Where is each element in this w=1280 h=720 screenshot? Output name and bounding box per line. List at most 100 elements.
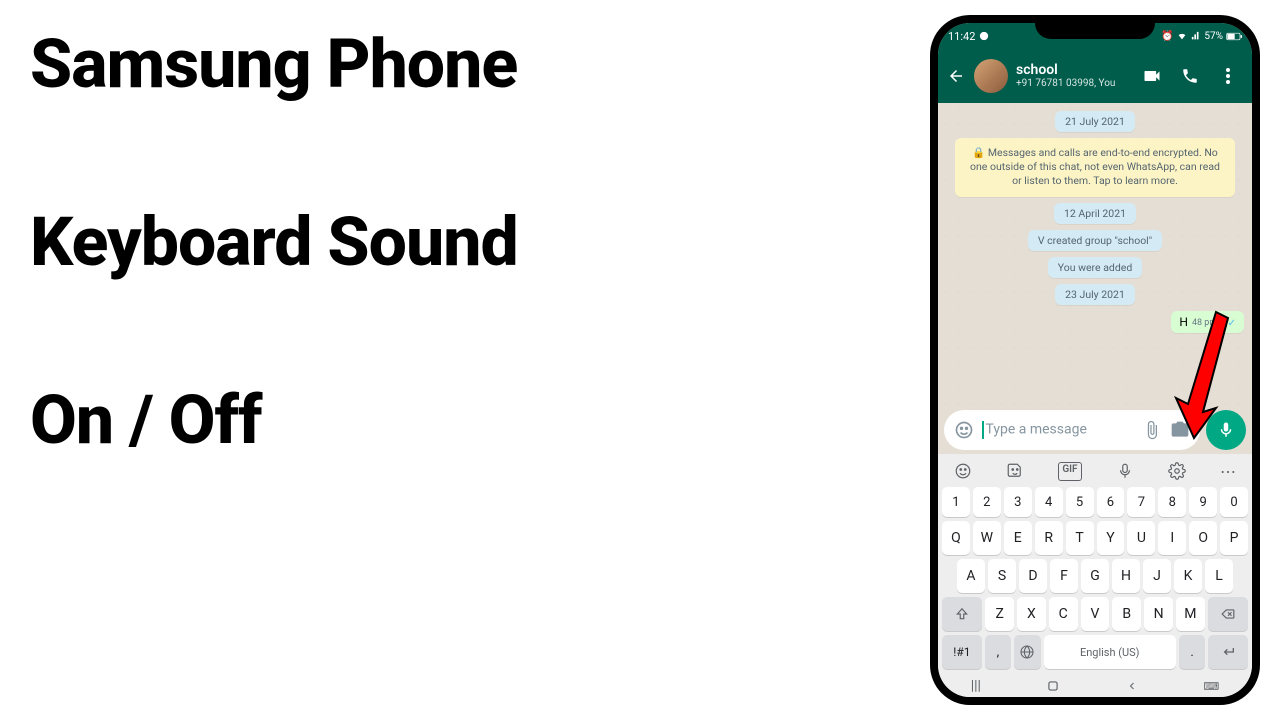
system-message: You were added: [1048, 257, 1143, 278]
home-button[interactable]: [1046, 679, 1060, 693]
date-pill: 23 July 2021: [1055, 284, 1135, 305]
battery-text: 57%: [1204, 31, 1223, 42]
key-u[interactable]: U: [1127, 521, 1155, 555]
symbols-key[interactable]: !#1: [942, 635, 982, 669]
clock: 11:42: [948, 30, 975, 43]
key-l[interactable]: L: [1205, 559, 1233, 593]
encryption-notice[interactable]: 🔒 Messages and calls are end-to-end encr…: [955, 138, 1235, 197]
phone-frame: 11:42 ⏰ 57%: [930, 15, 1260, 705]
key-a[interactable]: A: [957, 559, 985, 593]
whatsapp-icon: [979, 31, 989, 41]
outgoing-message[interactable]: H 48 pm ✓✓: [1171, 311, 1244, 333]
key-w[interactable]: W: [973, 521, 1001, 555]
input-placeholder: Type a message: [982, 421, 1134, 439]
voice-message-button[interactable]: [1206, 410, 1246, 450]
key-h[interactable]: H: [1112, 559, 1140, 593]
comma-key[interactable]: ,: [985, 635, 1011, 669]
chat-body[interactable]: 21 July 2021 🔒 Messages and calls are en…: [938, 103, 1252, 406]
keyboard-row-2: ASDFGHJKL: [942, 559, 1248, 593]
keyboard-row-1: QWERTYUIOP: [942, 521, 1248, 555]
key-g[interactable]: G: [1081, 559, 1109, 593]
key-7[interactable]: 7: [1127, 487, 1155, 517]
key-s[interactable]: S: [988, 559, 1016, 593]
chat-header: school +91 76781 03998, You: [938, 49, 1252, 103]
language-key[interactable]: [1014, 635, 1040, 669]
back-button[interactable]: [946, 67, 966, 85]
title-line-3: On / Off: [30, 386, 910, 454]
key-e[interactable]: E: [1004, 521, 1032, 555]
title-line-1: Samsung Phone: [30, 30, 910, 98]
keyboard-row-numbers: 1234567890: [942, 487, 1248, 517]
key-o[interactable]: O: [1189, 521, 1217, 555]
chat-subtitle: +91 76781 03998, You: [1016, 78, 1134, 89]
keyboard-toolbar: GIF ⋯: [942, 458, 1248, 487]
key-9[interactable]: 9: [1189, 487, 1217, 517]
recents-button[interactable]: |||: [971, 678, 981, 694]
key-r[interactable]: R: [1035, 521, 1063, 555]
key-z[interactable]: Z: [985, 597, 1014, 631]
key-y[interactable]: Y: [1097, 521, 1125, 555]
key-3[interactable]: 3: [1004, 487, 1032, 517]
settings-tool-icon[interactable]: [1168, 462, 1186, 481]
key-j[interactable]: J: [1143, 559, 1171, 593]
navigation-bar: ||| ⌨: [938, 675, 1252, 697]
voice-call-button[interactable]: [1180, 66, 1200, 86]
alarm-icon: ⏰: [1161, 31, 1173, 42]
key-m[interactable]: M: [1176, 597, 1205, 631]
key-4[interactable]: 4: [1035, 487, 1063, 517]
keyboard-row-3: ZXCVBNM: [942, 597, 1248, 631]
phone-notch: [1035, 15, 1155, 39]
signal-icon: [1191, 31, 1201, 41]
space-key[interactable]: English (US): [1044, 635, 1176, 669]
shift-key[interactable]: [942, 597, 982, 631]
input-bar: Type a message: [938, 406, 1252, 454]
key-i[interactable]: I: [1158, 521, 1186, 555]
period-key[interactable]: .: [1179, 635, 1205, 669]
chat-name: school: [1016, 63, 1134, 78]
keyboard: GIF ⋯ 1234567890 QWERTYUIOP ASDFGHJKL: [938, 454, 1252, 675]
key-f[interactable]: F: [1050, 559, 1078, 593]
attachment-icon[interactable]: [1142, 420, 1162, 440]
title-block: Samsung Phone Keyboard Sound On / Off: [0, 0, 910, 720]
wifi-icon: [1176, 31, 1188, 41]
video-call-button[interactable]: [1142, 66, 1162, 86]
key-6[interactable]: 6: [1097, 487, 1125, 517]
backspace-key[interactable]: [1208, 597, 1248, 631]
chat-title-block[interactable]: school +91 76781 03998, You: [1016, 63, 1134, 89]
date-pill: 12 April 2021: [1054, 203, 1136, 224]
voice-tool-icon[interactable]: [1116, 462, 1134, 481]
sticker-tool-icon[interactable]: [1006, 462, 1024, 481]
key-x[interactable]: X: [1017, 597, 1046, 631]
date-pill: 21 July 2021: [1055, 111, 1135, 132]
key-c[interactable]: C: [1049, 597, 1078, 631]
key-k[interactable]: K: [1174, 559, 1202, 593]
key-0[interactable]: 0: [1220, 487, 1248, 517]
battery-icon: [1226, 32, 1242, 41]
key-p[interactable]: P: [1220, 521, 1248, 555]
key-b[interactable]: B: [1112, 597, 1141, 631]
key-n[interactable]: N: [1144, 597, 1173, 631]
emoji-icon[interactable]: [954, 420, 974, 440]
back-nav-button[interactable]: [1126, 680, 1138, 692]
key-d[interactable]: D: [1019, 559, 1047, 593]
system-message: V created group "school": [1028, 230, 1162, 251]
avatar[interactable]: [974, 59, 1008, 93]
key-1[interactable]: 1: [942, 487, 970, 517]
camera-icon[interactable]: [1170, 420, 1190, 440]
gif-tool-icon[interactable]: GIF: [1058, 462, 1081, 481]
key-t[interactable]: T: [1066, 521, 1094, 555]
more-tool-icon[interactable]: ⋯: [1220, 462, 1236, 481]
more-options-button[interactable]: [1218, 66, 1238, 86]
key-v[interactable]: V: [1081, 597, 1110, 631]
emoji-tool-icon[interactable]: [954, 462, 972, 481]
message-input[interactable]: Type a message: [944, 410, 1200, 450]
message-text: H: [1179, 315, 1188, 329]
title-line-2: Keyboard Sound: [30, 208, 910, 276]
enter-key[interactable]: [1208, 635, 1248, 669]
key-q[interactable]: Q: [942, 521, 970, 555]
key-5[interactable]: 5: [1066, 487, 1094, 517]
message-time: 48 pm: [1192, 318, 1217, 328]
key-8[interactable]: 8: [1158, 487, 1186, 517]
keyboard-hide-button[interactable]: ⌨: [1203, 680, 1219, 693]
key-2[interactable]: 2: [973, 487, 1001, 517]
